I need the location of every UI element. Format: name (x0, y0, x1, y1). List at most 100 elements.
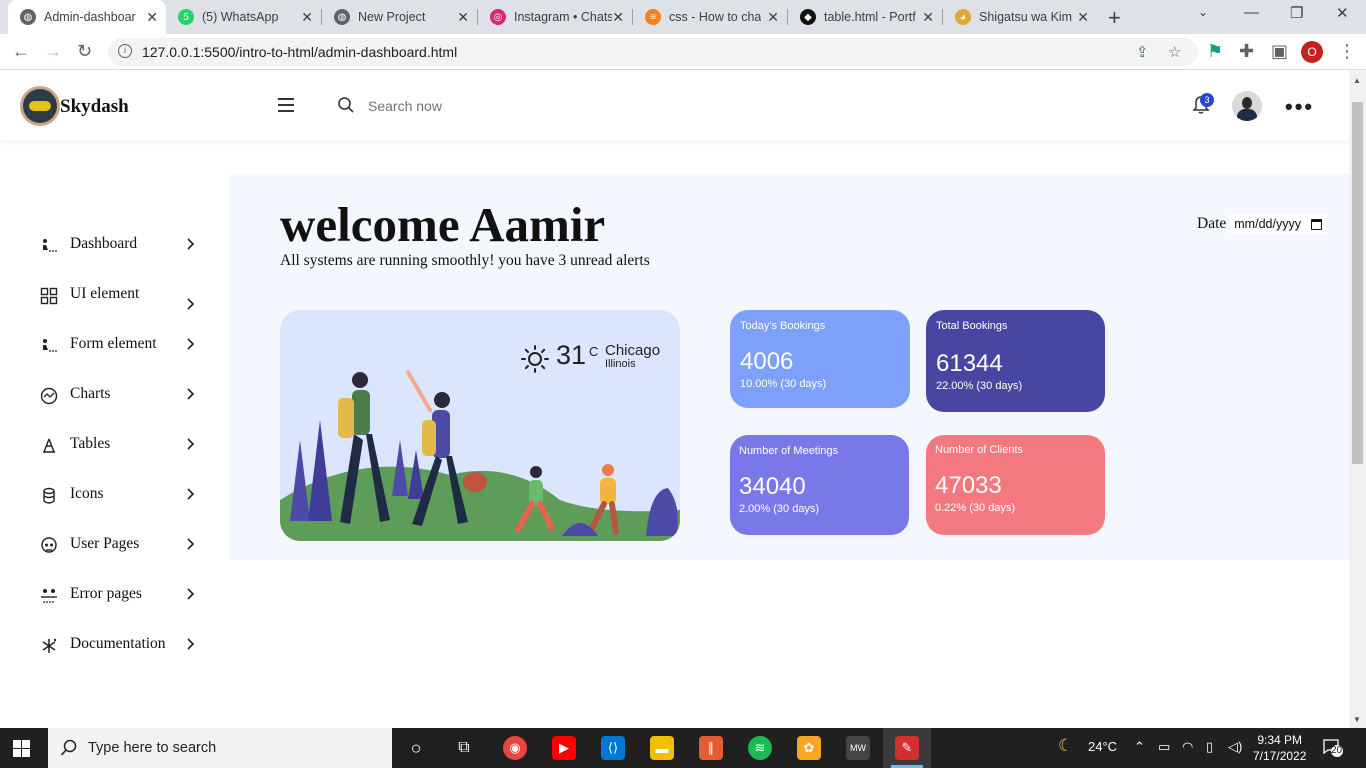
page-scrollbar[interactable]: ▲ ▼ (1349, 70, 1366, 728)
app-icon[interactable]: ✿ (797, 736, 821, 760)
new-tab-button[interactable]: + (1108, 5, 1121, 31)
scroll-up-arrow-icon[interactable]: ▲ (1353, 76, 1361, 85)
youtube-icon[interactable]: ▶ (552, 736, 576, 760)
more-options-icon[interactable]: ••• (1285, 94, 1314, 120)
reload-button[interactable]: ↻ (77, 41, 92, 62)
windows-start-icon[interactable] (13, 740, 30, 757)
close-icon[interactable]: ✕ (457, 9, 469, 26)
sidebar-item-label: Icons (70, 485, 104, 502)
stat-card-total-bookings: Total Bookings 61344 22.00% (30 days) (926, 310, 1105, 412)
taskbar-weather[interactable]: 24°C (1088, 739, 1117, 754)
address-bar[interactable]: i 127.0.0.1:5500/intro-to-html/admin-das… (108, 38, 1198, 66)
stat-value: 47033 (935, 472, 1002, 499)
game-icon[interactable]: MW (846, 736, 870, 760)
close-icon[interactable]: ✕ (146, 9, 158, 26)
taskbar-clock[interactable]: 9:34 PM 7/17/2022 (1253, 732, 1306, 764)
brand-name[interactable]: Skydash (60, 96, 129, 118)
tab-admin-dashboard[interactable]: ◍ Admin-dashboard ✕ (8, 0, 166, 34)
vscode-icon[interactable]: ⟨⟩ (601, 736, 625, 760)
stat-label: Number of Meetings (739, 445, 839, 457)
chrome-icon[interactable]: ◉ (503, 736, 527, 760)
sidebar-item-charts[interactable]: Charts (40, 380, 200, 410)
window-close-button[interactable]: ✕ (1336, 4, 1349, 22)
tab-title: New Project (358, 10, 426, 24)
restore-button[interactable]: ❐ (1290, 4, 1303, 22)
sidebar-item-ui-element[interactable]: UI element (40, 280, 200, 310)
chevron-right-icon (187, 638, 195, 650)
tab-title: Instagram • Chats (514, 10, 612, 24)
sidebar-item-form-element[interactable]: Form element (40, 330, 200, 360)
hamburger-menu-icon[interactable] (278, 98, 294, 116)
close-icon[interactable]: ✕ (301, 9, 313, 26)
url-text: 127.0.0.1:5500/intro-to-html/admin-dashb… (142, 44, 458, 60)
bookmark-star-icon[interactable]: ☆ (1168, 43, 1181, 61)
tab-new-project[interactable]: ◍ New Project ✕ (322, 0, 477, 34)
stat-value: 34040 (739, 473, 806, 500)
volume-icon[interactable]: ◁) (1228, 739, 1242, 755)
tab-whatsapp[interactable]: 5 (5) WhatsApp ✕ (166, 0, 321, 34)
meet-icon[interactable]: ▭ (1158, 739, 1170, 755)
close-icon[interactable]: ✕ (767, 9, 779, 26)
scrollbar-thumb[interactable] (1352, 102, 1363, 464)
sidebar-item-tables[interactable]: Tables (40, 430, 200, 460)
close-icon[interactable]: ✕ (612, 9, 624, 26)
logo-icon[interactable] (20, 86, 60, 126)
sidebar-item-label: Form element (70, 335, 157, 352)
icons-icon (43, 487, 55, 504)
close-icon[interactable]: ✕ (922, 9, 934, 26)
user-icon (41, 537, 57, 553)
wifi-icon[interactable]: ◠ (1182, 739, 1193, 755)
sidebar-item-icons[interactable]: Icons (40, 480, 200, 510)
taskbar-search-box[interactable]: Type here to search (48, 728, 392, 768)
date-label: Date (1197, 215, 1227, 232)
app-icon[interactable]: ✎ (895, 736, 919, 760)
sidebar-item-documentation[interactable]: Documentation (40, 630, 200, 660)
back-button[interactable]: ← (12, 41, 30, 62)
clock-date: 7/17/2022 (1253, 749, 1307, 763)
weather-region: Illinois (605, 358, 636, 370)
puzzle-icon[interactable]: ✚ (1239, 41, 1254, 62)
tab-search-icon[interactable]: ⌄ (1198, 5, 1208, 19)
search-input[interactable] (362, 94, 562, 118)
page-viewport: Skydash 3 ••• Dashboard UI element Form … (0, 70, 1366, 728)
avatar[interactable] (1232, 91, 1262, 121)
chevron-right-icon (187, 438, 195, 450)
share-icon[interactable]: ⇪ (1136, 43, 1149, 61)
tab-table-html[interactable]: ◆ table.html - Portf ✕ (788, 0, 942, 34)
browser-menu-icon[interactable]: ⋮ (1338, 41, 1356, 62)
sidebar-item-error-pages[interactable]: Error pages (40, 580, 200, 610)
date-input[interactable]: mm/dd/yyyy (1230, 214, 1326, 234)
calendar-icon[interactable] (1310, 218, 1322, 230)
scroll-down-arrow-icon[interactable]: ▼ (1353, 715, 1361, 724)
tab-instagram[interactable]: ◎ Instagram • Chats ✕ (478, 0, 632, 34)
sidebar-item-label: Documentation (70, 635, 166, 652)
stat-change: 0.22% (30 days) (935, 502, 1016, 514)
sidebar-item-user-pages[interactable]: User Pages (40, 530, 200, 560)
battery-icon[interactable]: ▯ (1206, 739, 1213, 755)
task-view-icon[interactable]: ⧉ (452, 736, 476, 760)
forward-button[interactable]: → (44, 41, 62, 62)
spotify-icon[interactable]: ≋ (748, 736, 772, 760)
extension-icon[interactable]: ⚑ (1207, 41, 1223, 62)
app-icon[interactable]: ∥ (699, 736, 723, 760)
temperature-unit: C (589, 344, 599, 359)
tab-stackoverflow[interactable]: ≡ css - How to chan ✕ (633, 0, 787, 34)
chevron-right-icon (187, 388, 195, 400)
stat-change: 10.00% (30 days) (740, 378, 827, 390)
side-panel-icon[interactable]: ▣ (1271, 41, 1288, 62)
tab-shigatsu[interactable]: ◕ Shigatsu wa Kimi ✕ (943, 0, 1097, 34)
whatsapp-icon: 5 (178, 9, 194, 25)
minimize-button[interactable]: — (1244, 4, 1259, 21)
sidebar-item-label: Dashboard (70, 235, 138, 252)
site-info-icon[interactable]: i (118, 44, 132, 58)
cortana-icon[interactable]: ○ (404, 736, 428, 760)
stat-card-number-of-meetings: Number of Meetings 34040 2.00% (30 days) (730, 435, 909, 535)
profile-avatar[interactable]: O (1301, 41, 1323, 63)
sidebar-item-label: Tables (70, 435, 111, 452)
close-icon[interactable]: ✕ (1077, 9, 1089, 26)
file-explorer-icon[interactable]: ▬ (650, 736, 674, 760)
chevron-up-icon[interactable]: ⌃ (1134, 739, 1145, 755)
browser-tab-strip: ◍ Admin-dashboard ✕ 5 (5) WhatsApp ✕ ◍ N… (0, 0, 1366, 34)
tab-title: css - How to chan (669, 10, 761, 24)
sidebar-item-dashboard[interactable]: Dashboard (40, 230, 200, 260)
